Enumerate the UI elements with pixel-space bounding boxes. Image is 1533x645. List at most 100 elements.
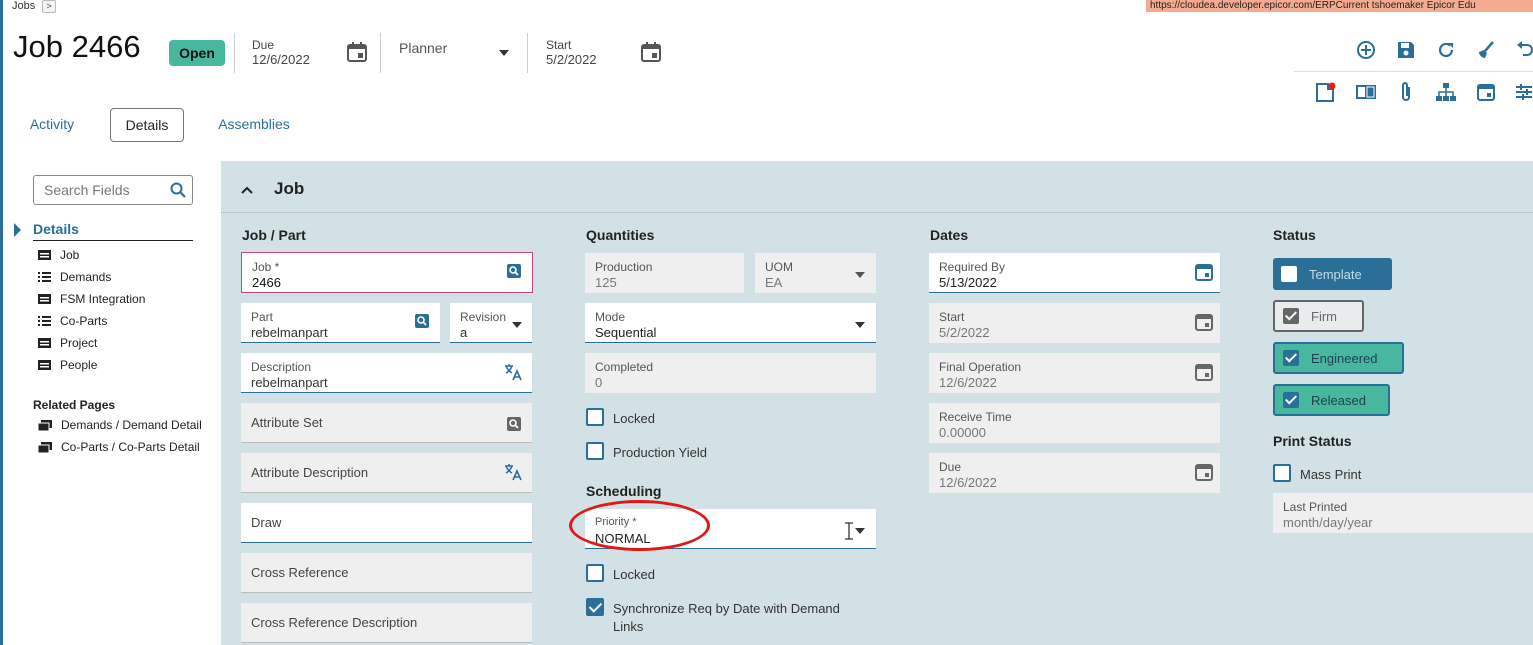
sidebar-item-people[interactable]: People <box>38 358 97 372</box>
chevron-down-icon <box>499 50 509 56</box>
pages-icon <box>38 419 52 431</box>
required-by-field[interactable]: Required By 5/13/2022 <box>929 253 1220 293</box>
scheduling-locked-label: Locked <box>613 567 655 582</box>
breadcrumb[interactable]: Jobs <box>12 0 35 12</box>
lookup-icon[interactable] <box>506 416 522 432</box>
attribute-set-field[interactable]: Attribute Set <box>241 403 532 443</box>
tab-details[interactable]: Details <box>110 108 184 142</box>
part-field-value: rebelmanpart <box>251 325 328 340</box>
engineered-checkbox <box>1283 350 1299 366</box>
print-status-heading: Print Status <box>1273 433 1352 449</box>
sidebar-item-fsm-integration[interactable]: FSM Integration <box>38 292 145 306</box>
pages-icon <box>38 441 52 453</box>
breadcrumb-expand-button[interactable]: > <box>42 0 56 13</box>
lookup-icon[interactable] <box>414 313 430 329</box>
book-icon[interactable] <box>1354 80 1378 104</box>
job-section-header[interactable] <box>221 163 1533 213</box>
start-calendar-icon[interactable] <box>640 41 662 68</box>
memo-icon[interactable] <box>1313 80 1337 104</box>
released-label: Released <box>1311 392 1366 408</box>
mass-print-label: Mass Print <box>1300 467 1362 482</box>
sidebar-item-demands[interactable]: Demands <box>38 270 111 284</box>
job-field[interactable]: Job * 2466 <box>241 252 533 293</box>
related-page-demands[interactable]: Demands / Demand Detail <box>38 418 202 432</box>
locked-checkbox[interactable] <box>586 408 604 426</box>
sidebar-section-details[interactable]: Details <box>33 221 193 241</box>
hierarchy-icon[interactable] <box>1434 80 1458 104</box>
attachment-icon[interactable] <box>1394 80 1418 104</box>
header-divider <box>234 33 235 73</box>
sidebar-item-label: FSM Integration <box>60 292 146 306</box>
template-toggle[interactable]: Template <box>1273 258 1392 290</box>
sidebar-item-label: Project <box>60 336 98 350</box>
description-value: rebelmanpart <box>251 375 328 390</box>
settings-icon[interactable] <box>1512 80 1533 104</box>
search-input[interactable]: Search Fields <box>33 175 193 205</box>
draw-label: Draw <box>251 515 282 530</box>
sidebar-item-label: Job <box>60 248 80 262</box>
chevron-up-icon[interactable] <box>240 182 254 200</box>
translate-icon[interactable] <box>504 463 522 481</box>
sync-req-checkbox[interactable] <box>586 598 604 616</box>
mode-dropdown[interactable]: Mode Sequential <box>585 303 876 343</box>
refresh-icon[interactable] <box>1434 38 1458 62</box>
scheduling-locked-checkbox[interactable] <box>586 564 604 582</box>
cross-reference-field[interactable]: Cross Reference <box>241 553 532 593</box>
engineered-label: Engineered <box>1311 350 1378 366</box>
chevron-down-icon <box>855 528 865 534</box>
locked-label: Locked <box>613 411 655 426</box>
clear-icon[interactable] <box>1474 38 1498 62</box>
last-printed-placeholder: month/day/year <box>1283 515 1373 530</box>
sidebar-item-label: Co-Parts <box>60 314 108 328</box>
production-field: Production 125 <box>585 253 744 293</box>
add-new-icon[interactable] <box>1354 38 1378 62</box>
completed-field: Completed 0 <box>585 353 876 393</box>
calendar-icon <box>1195 314 1213 331</box>
related-page-co-parts[interactable]: Co-Parts / Co-Parts Detail <box>38 440 200 454</box>
dates-heading: Dates <box>930 227 969 243</box>
job-part-heading: Job / Part <box>242 227 306 243</box>
tab-assemblies[interactable]: Assemblies <box>212 108 296 142</box>
sidebar-item-job[interactable]: Job <box>38 248 79 262</box>
calendar-icon <box>1195 464 1213 481</box>
revision-dropdown[interactable]: Revision a <box>450 303 532 343</box>
engineered-toggle[interactable]: Engineered <box>1273 342 1404 374</box>
firm-toggle[interactable]: Firm <box>1273 300 1364 332</box>
calendar-icon[interactable] <box>1474 80 1498 104</box>
chevron-down-icon <box>512 322 522 328</box>
sync-req-label-line1: Synchronize Req by Date with Demand <box>613 601 840 616</box>
released-toggle[interactable]: Released <box>1273 384 1390 416</box>
production-yield-checkbox[interactable] <box>586 442 604 460</box>
planner-label: Planner <box>399 40 448 56</box>
planner-dropdown[interactable]: Planner <box>399 40 511 64</box>
tab-activity[interactable]: Activity <box>20 108 84 142</box>
description-field[interactable]: Description rebelmanpart <box>241 353 532 393</box>
cross-reference-description-field[interactable]: Cross Reference Description <box>241 603 532 643</box>
related-page-label: Co-Parts / Co-Parts Detail <box>61 440 200 454</box>
search-icon <box>170 182 186 198</box>
draw-field[interactable]: Draw <box>241 503 532 543</box>
part-field-label: Part <box>251 310 274 324</box>
description-label: Description <box>251 360 312 374</box>
save-icon[interactable] <box>1394 38 1418 62</box>
sidebar-item-co-parts[interactable]: Co-Parts <box>38 314 107 328</box>
translate-icon[interactable] <box>504 363 522 381</box>
mass-print-checkbox[interactable] <box>1273 464 1291 482</box>
sidebar-item-project[interactable]: Project <box>38 336 97 350</box>
revision-label: Revision <box>460 310 507 324</box>
template-checkbox <box>1281 266 1297 282</box>
final-operation-label: Final Operation <box>939 360 1022 374</box>
mode-label: Mode <box>595 310 626 324</box>
due-calendar-icon[interactable] <box>346 41 368 68</box>
header-divider <box>380 33 381 73</box>
attribute-description-field[interactable]: Attribute Description <box>241 453 532 493</box>
cross-reference-label: Cross Reference <box>251 565 349 580</box>
mode-value: Sequential <box>595 325 657 340</box>
undo-icon[interactable] <box>1512 38 1533 62</box>
completed-value: 0 <box>595 375 603 390</box>
final-operation-value: 12/6/2022 <box>939 375 997 390</box>
part-field[interactable]: Part rebelmanpart <box>241 303 440 343</box>
lookup-icon[interactable] <box>506 263 522 279</box>
text-cursor-icon <box>845 522 853 540</box>
calendar-icon[interactable] <box>1194 262 1214 282</box>
